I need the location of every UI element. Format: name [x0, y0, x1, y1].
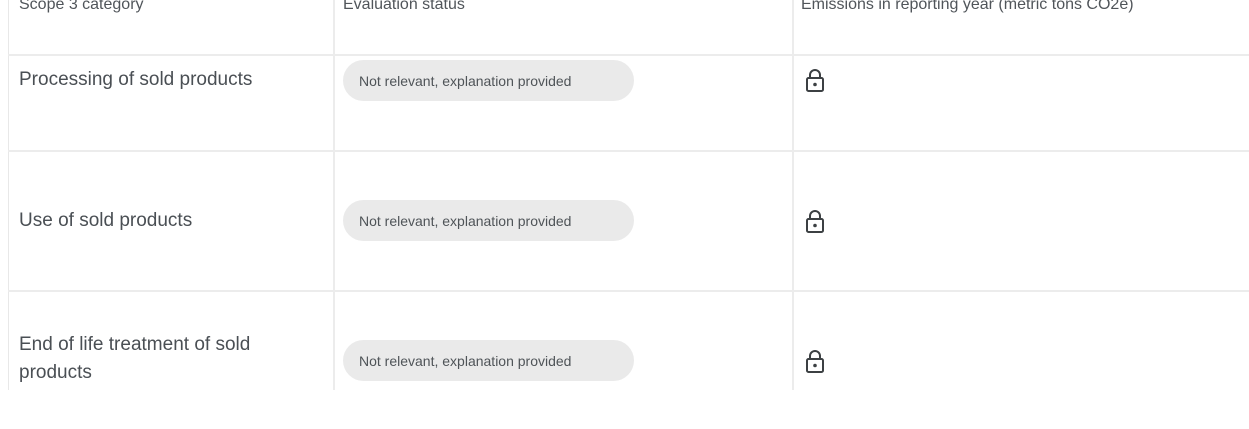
- table-row: Processing of sold products Not relevant…: [8, 56, 1249, 150]
- category-cell: End of life treatment of sold products: [19, 334, 251, 383]
- header-label-emissions: Emissions in reporting year (metric tons…: [801, 0, 1134, 13]
- status-badge: Not relevant, explanation provided: [343, 60, 634, 101]
- lock-icon: [806, 69, 824, 92]
- status-badge: Not relevant, explanation provided: [343, 340, 634, 381]
- header-label-status: Evaluation status: [343, 0, 465, 13]
- category-cell: Processing of sold products: [19, 69, 253, 90]
- scope3-table: Scope 3 category Evaluation status Emiss…: [8, 0, 1249, 390]
- table-row: Use of sold products Not relevant, expla…: [8, 152, 1249, 290]
- lock-icon: [806, 210, 824, 233]
- status-badge: Not relevant, explanation provided: [343, 200, 634, 241]
- lock-icon: [806, 350, 824, 373]
- table-row: End of life treatment of sold products N…: [8, 292, 1249, 390]
- header-label-category: Scope 3 category: [19, 0, 144, 13]
- category-cell: Use of sold products: [19, 210, 193, 231]
- table-header-row: Scope 3 category Evaluation status Emiss…: [8, 0, 1249, 56]
